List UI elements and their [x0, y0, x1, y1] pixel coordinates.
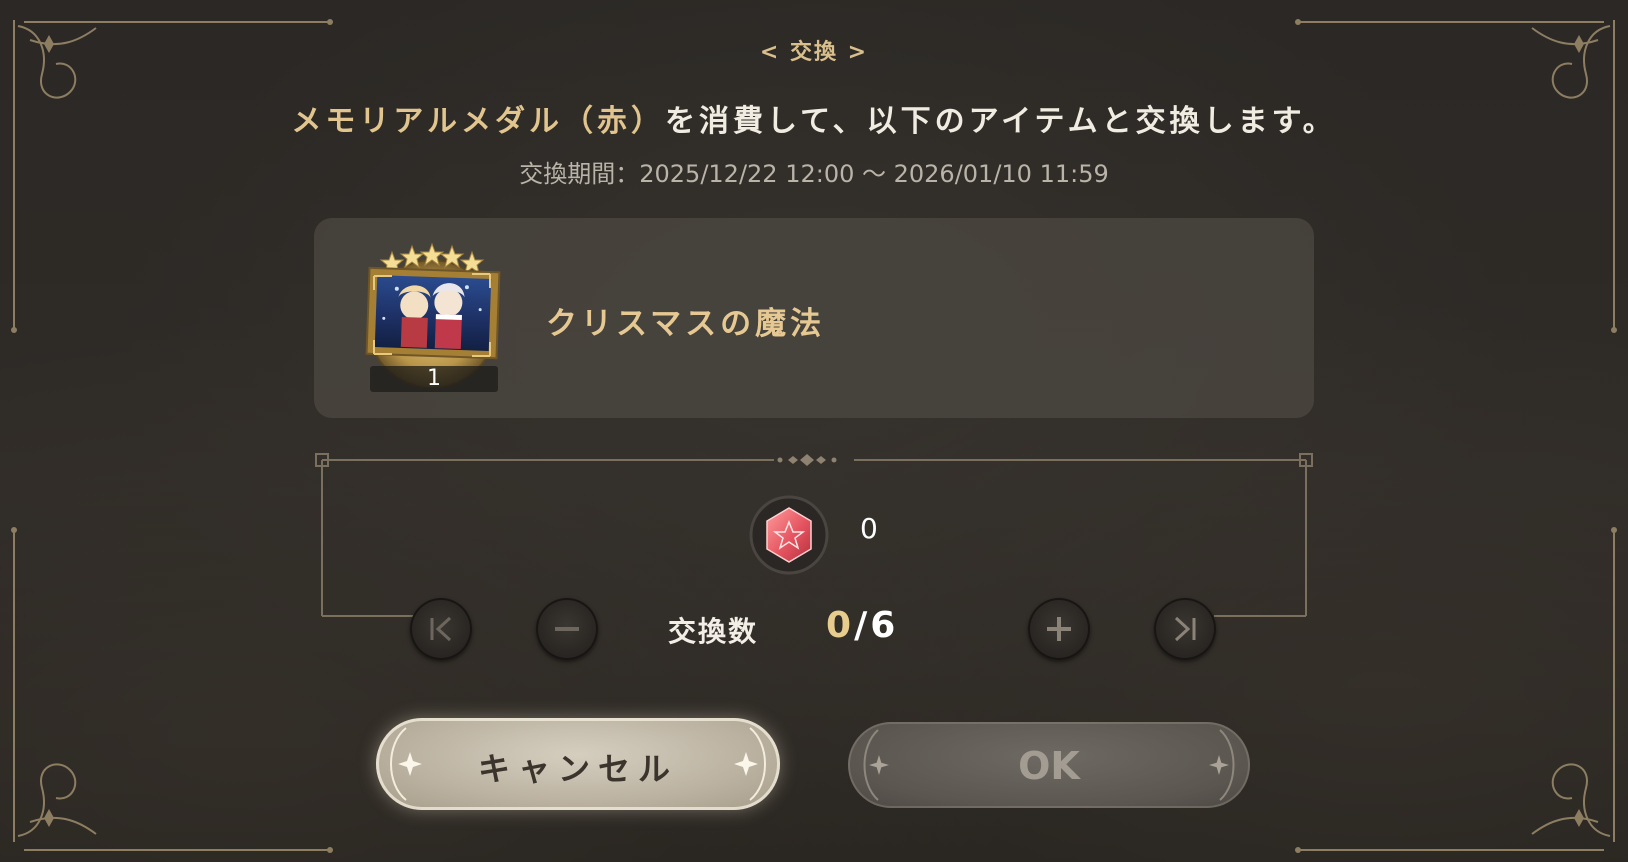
minus-icon [555, 627, 579, 631]
skip-to-start-icon [430, 616, 452, 642]
message-text: を消費して、以下のアイテムと交換します。 [665, 104, 1337, 139]
reward-item-card: 1 クリスマスの魔法 [314, 218, 1314, 418]
cancel-button[interactable]: キャンセル [376, 718, 780, 810]
red-memorial-medal-icon [749, 495, 829, 575]
quantity-value: 0/6 [826, 605, 898, 646]
ok-button-label: OK [1018, 744, 1080, 788]
max-quantity-button[interactable] [1154, 598, 1216, 660]
skip-to-end-icon [1174, 616, 1196, 642]
medal-name: メモリアルメダル（赤） [291, 104, 666, 139]
medal-owned-count: 0 [860, 512, 878, 545]
plus-icon [1047, 617, 1071, 641]
quantity-max: 6 [870, 605, 899, 646]
min-quantity-button[interactable] [410, 598, 472, 660]
increase-quantity-button[interactable] [1028, 598, 1090, 660]
item-name: クリスマスの魔法 [546, 306, 826, 342]
ok-button[interactable]: OK [848, 722, 1250, 808]
quantity-separator: / [854, 605, 871, 646]
quantity-label: 交換数 [668, 615, 759, 648]
exchange-message: メモリアルメダル（赤）を消費して、以下のアイテムと交換します。 [0, 96, 1628, 140]
item-count: 1 [370, 366, 498, 392]
decrease-quantity-button[interactable] [536, 598, 598, 660]
dialog-heading: < 交換 > [759, 40, 869, 65]
quantity-current: 0 [826, 605, 855, 646]
cancel-button-label: キャンセル [477, 750, 678, 788]
exchange-dialog: < 交換 > メモリアルメダル（赤）を消費して、以下のアイテムと交換します。 交… [0, 0, 1628, 862]
exchange-period: 交換期間：2025/12/22 12:00 ～ 2026/01/10 11:59 [519, 160, 1109, 188]
